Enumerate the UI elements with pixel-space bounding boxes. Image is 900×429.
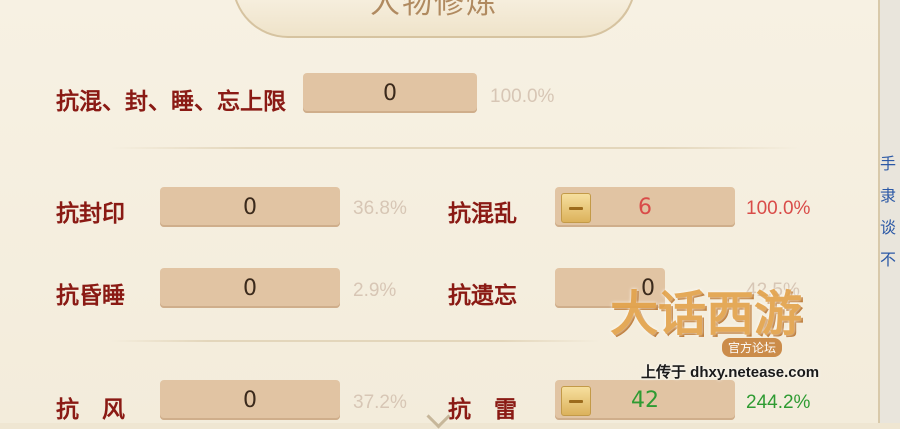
limit-percent: 100.0% (490, 86, 555, 107)
chaos-value: 6 (638, 194, 652, 220)
side-text-1: 手 (879, 154, 896, 173)
watermark-subtitle: 官方论坛 (722, 338, 783, 357)
panel-title: 人物修炼 (370, 0, 498, 21)
wind-value: 0 (243, 387, 257, 413)
seal-percent: 36.8% (353, 198, 407, 219)
thunder-value: 42 (631, 387, 659, 413)
wind-label: 抗 风 (56, 397, 125, 423)
side-text-2: 隶 (879, 186, 896, 205)
scroll-down-icon[interactable] (426, 404, 451, 429)
wind-value-field[interactable]: 0 (160, 380, 340, 420)
chaos-label: 抗混乱 (448, 201, 517, 227)
wind-percent: 37.2% (353, 392, 407, 413)
sleep-percent: 2.9% (353, 280, 397, 301)
limit-label: 抗混、封、睡、忘上限 (56, 89, 286, 115)
thunder-value-field[interactable]: 42 (555, 380, 735, 420)
divider (110, 340, 600, 342)
thunder-label: 抗 雷 (448, 397, 517, 423)
sleep-value: 0 (243, 275, 257, 301)
title-plate: 人物修炼 (232, 0, 636, 38)
side-text-4: 不 (879, 250, 896, 269)
sleep-label: 抗昏睡 (56, 283, 125, 309)
limit-value-field[interactable]: 0 (303, 73, 477, 113)
side-panel-edge: 手 隶 谈 不 (880, 0, 900, 423)
divider (110, 147, 800, 149)
sleep-value-field[interactable]: 0 (160, 268, 340, 308)
cultivation-panel: 人物修炼 抗混、封、睡、忘上限 0 100.0% 抗封印 0 36.8% 抗混乱… (0, 0, 880, 429)
seal-value: 0 (243, 194, 257, 220)
seal-value-field[interactable]: 0 (160, 187, 340, 227)
forget-label: 抗遗忘 (448, 283, 517, 309)
chaos-value-field[interactable]: 6 (555, 187, 735, 227)
chaos-percent: 100.0% (746, 198, 811, 219)
seal-label: 抗封印 (56, 201, 125, 227)
watermark-logo: 大话西游 (610, 286, 803, 342)
watermark-url: 上传于 dhxy.netease.com (641, 364, 820, 381)
limit-value: 0 (383, 80, 397, 106)
side-text-3: 谈 (879, 218, 896, 237)
thunder-percent: 244.2% (746, 392, 811, 413)
